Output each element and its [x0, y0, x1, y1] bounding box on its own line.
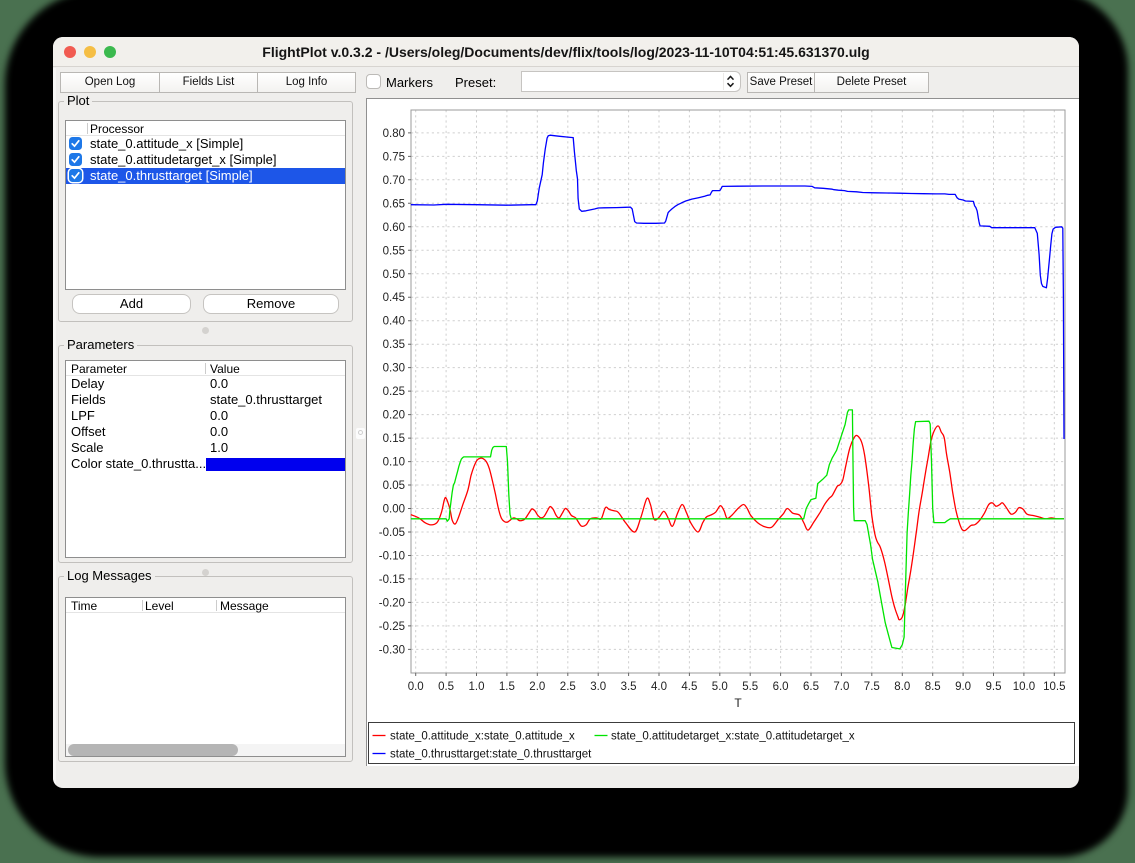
svg-text:2.5: 2.5: [560, 681, 576, 693]
svg-text:0.5: 0.5: [438, 681, 454, 693]
svg-text:10.5: 10.5: [1043, 681, 1065, 693]
svg-text:0.45: 0.45: [383, 292, 405, 304]
svg-text:1.5: 1.5: [499, 681, 515, 693]
svg-text:0.0: 0.0: [408, 681, 424, 693]
svg-text:0.40: 0.40: [383, 316, 405, 328]
svg-text:T: T: [734, 696, 742, 710]
svg-text:0.20: 0.20: [383, 410, 405, 422]
svg-text:7.5: 7.5: [864, 681, 880, 693]
svg-text:0.65: 0.65: [383, 198, 405, 210]
svg-text:9.0: 9.0: [955, 681, 971, 693]
svg-text:0.50: 0.50: [383, 269, 405, 281]
svg-text:1.0: 1.0: [469, 681, 485, 693]
svg-text:0.00: 0.00: [383, 504, 405, 516]
svg-text:0.10: 0.10: [383, 457, 405, 469]
svg-text:6.5: 6.5: [803, 681, 819, 693]
svg-text:-0.05: -0.05: [379, 527, 405, 539]
svg-text:0.30: 0.30: [383, 363, 405, 375]
svg-text:-0.30: -0.30: [379, 644, 405, 656]
svg-text:2.0: 2.0: [529, 681, 545, 693]
svg-text:-0.15: -0.15: [379, 574, 405, 586]
svg-text:0.70: 0.70: [383, 175, 405, 187]
svg-text:state_0.attitudetarget_x:state: state_0.attitudetarget_x:state_0.attitud…: [611, 731, 855, 743]
svg-text:-0.25: -0.25: [379, 621, 405, 633]
svg-text:0.05: 0.05: [383, 480, 405, 492]
svg-text:4.5: 4.5: [681, 681, 697, 693]
svg-text:0.60: 0.60: [383, 222, 405, 234]
svg-text:8.5: 8.5: [925, 681, 941, 693]
svg-text:7.0: 7.0: [833, 681, 849, 693]
svg-text:0.55: 0.55: [383, 245, 405, 257]
svg-text:5.5: 5.5: [742, 681, 758, 693]
svg-text:5.0: 5.0: [712, 681, 728, 693]
svg-text:-0.20: -0.20: [379, 597, 405, 609]
svg-text:6.0: 6.0: [773, 681, 789, 693]
svg-text:0.80: 0.80: [383, 128, 405, 140]
svg-text:3.0: 3.0: [590, 681, 606, 693]
svg-text:0.15: 0.15: [383, 433, 405, 445]
svg-text:0.75: 0.75: [383, 151, 405, 163]
svg-text:state_0.thrusttarget:state_0.t: state_0.thrusttarget:state_0.thrusttarge…: [390, 749, 592, 761]
svg-text:state_0.attitude_x:state_0.att: state_0.attitude_x:state_0.attitude_x: [390, 731, 575, 743]
svg-text:-0.10: -0.10: [379, 551, 405, 563]
svg-text:0.35: 0.35: [383, 339, 405, 351]
svg-text:4.0: 4.0: [651, 681, 667, 693]
svg-text:3.5: 3.5: [621, 681, 637, 693]
svg-text:8.0: 8.0: [894, 681, 910, 693]
svg-text:9.5: 9.5: [986, 681, 1002, 693]
svg-text:0.25: 0.25: [383, 386, 405, 398]
svg-text:10.0: 10.0: [1013, 681, 1035, 693]
